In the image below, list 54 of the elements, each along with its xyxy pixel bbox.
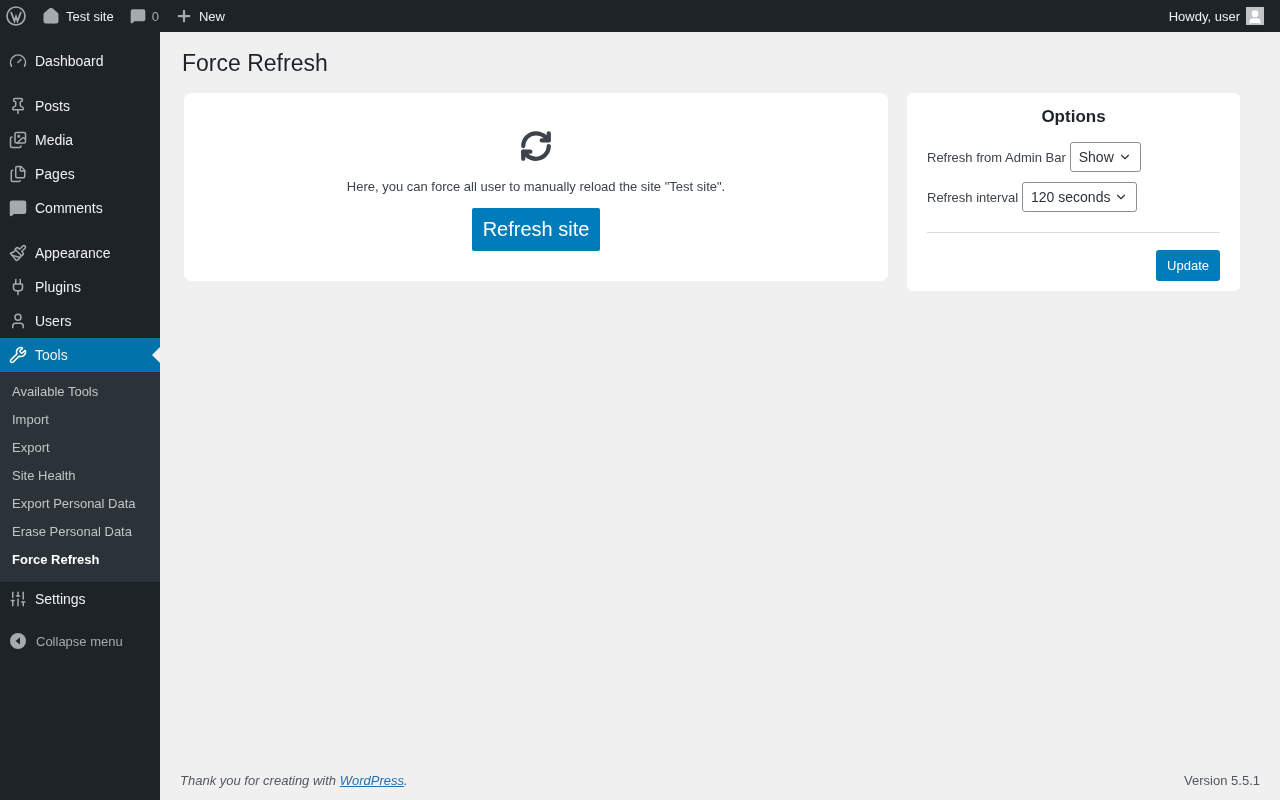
menu-item[interactable]: Posts: [0, 89, 160, 123]
submenu-item[interactable]: Available Tools: [0, 378, 160, 406]
menu-item[interactable]: Dashboard: [0, 44, 160, 78]
footer-credit: Thank you for creating with WordPress.: [180, 773, 408, 788]
options-title: Options: [1040, 107, 1107, 127]
menu-item[interactable]: Plugins: [0, 270, 160, 304]
new-label: New: [198, 8, 225, 24]
collapse-icon: [10, 633, 26, 649]
account-menu[interactable]: Howdy, user: [1160, 0, 1272, 32]
page-title: Force Refresh: [182, 50, 329, 77]
refresh-icon: [519, 129, 553, 163]
site-link[interactable]: Test site: [34, 0, 122, 32]
dashboard-icon: [9, 52, 27, 70]
collapse-menu[interactable]: Collapse menu: [0, 627, 160, 655]
wrench-icon: [9, 346, 27, 364]
update-button[interactable]: Update: [1156, 250, 1220, 281]
select-field[interactable]: Show: [1069, 142, 1141, 172]
media-icon: [9, 131, 27, 149]
description: Here, you can force all user to manually reload the site "Test site".: [346, 179, 726, 194]
submenu-item[interactable]: Erase Personal Data: [0, 518, 160, 546]
avatar-icon: [1246, 7, 1264, 25]
submenu-item[interactable]: Import: [0, 406, 160, 434]
greeting: Howdy, user: [1168, 8, 1240, 24]
submenu-item[interactable]: Export: [0, 434, 160, 462]
home-icon: [42, 7, 60, 25]
sliders-icon: [9, 590, 27, 608]
new-link[interactable]: New: [166, 0, 233, 32]
site-name: Test site: [66, 8, 114, 24]
menu-item[interactable]: Appearance: [0, 236, 160, 270]
menu-item[interactable]: Settings: [0, 582, 160, 616]
wordpress-link[interactable]: WordPress: [339, 773, 404, 788]
user-icon: [9, 312, 27, 330]
comment-count: 0: [151, 8, 159, 24]
pages-icon: [9, 165, 27, 183]
submenu-item[interactable]: Export Personal Data: [0, 490, 160, 518]
field-label: Refresh interval: [927, 189, 1019, 205]
submenu-item[interactable]: Site Health: [0, 462, 160, 490]
refresh-site-button[interactable]: Refresh site: [471, 208, 601, 251]
submenu-item[interactable]: Force Refresh: [0, 546, 160, 574]
select-field[interactable]: 120 seconds: [1022, 182, 1138, 212]
menu-item[interactable]: Tools: [0, 338, 160, 372]
speech-bubble-icon: [9, 199, 27, 217]
current-pointer: [152, 347, 160, 363]
paintbrush-icon: [9, 244, 27, 262]
field-label: Refresh from Admin Bar: [927, 149, 1066, 165]
speech-bubble-icon: [129, 8, 146, 24]
wordpress-logo-icon[interactable]: [6, 6, 26, 26]
menu-item[interactable]: Comments: [0, 191, 160, 225]
pin-icon: [9, 97, 27, 115]
menu-item[interactable]: Media: [0, 123, 160, 157]
menu-item[interactable]: Users: [0, 304, 160, 338]
comments-link[interactable]: 0: [121, 0, 167, 32]
menu-item[interactable]: Pages: [0, 157, 160, 191]
version: Version 5.5.1: [1184, 773, 1260, 788]
